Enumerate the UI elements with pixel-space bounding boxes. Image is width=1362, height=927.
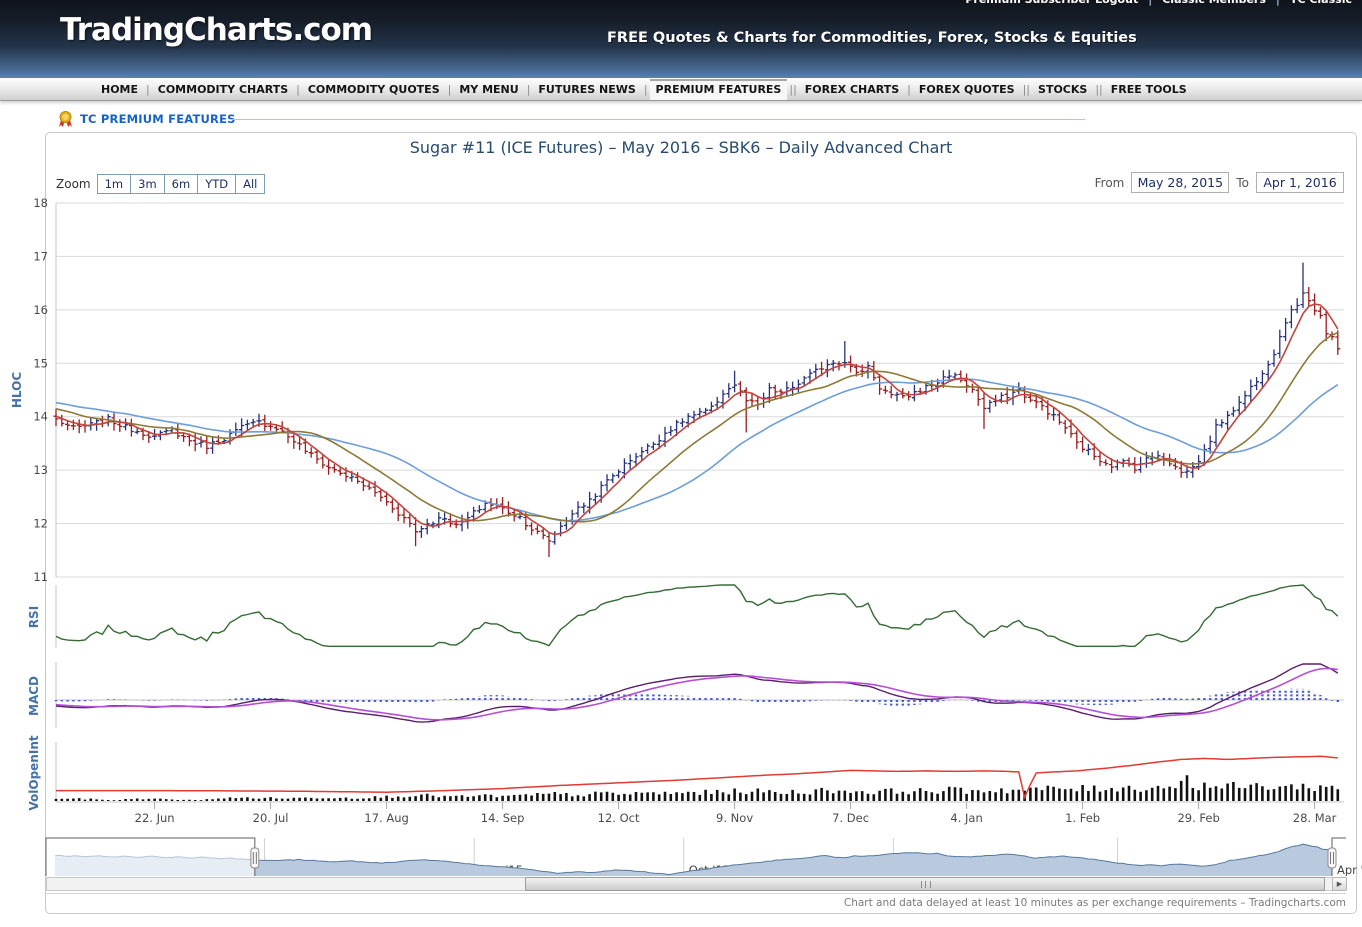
- svg-text:1. Feb: 1. Feb: [1065, 811, 1100, 825]
- premium-divider: [230, 119, 1085, 120]
- navigator-right-handle[interactable]: [1328, 848, 1336, 868]
- svg-text:14. Sep: 14. Sep: [481, 811, 525, 825]
- svg-text:MACD: MACD: [27, 676, 41, 716]
- site-header: Premium Subscriber Logout | Classic Member…: [0, 0, 1362, 78]
- svg-text:22. Jun: 22. Jun: [135, 811, 175, 825]
- premium-banner-label[interactable]: TC PREMIUM FEATURES: [80, 112, 236, 126]
- nav-item-forex-charts[interactable]: FOREX CHARTS: [799, 79, 905, 100]
- nav-separator: |: [446, 83, 454, 96]
- svg-text:15: 15: [33, 356, 48, 370]
- nav-separator: |: [525, 83, 533, 96]
- nav-separator: |: [294, 83, 302, 96]
- main-navbar: HOME|COMMODITY CHARTS|COMMODITY QUOTES|M…: [0, 78, 1362, 101]
- svg-text:9. Nov: 9. Nov: [716, 811, 753, 825]
- scrollbar-grip: [921, 881, 931, 888]
- svg-text:14: 14: [33, 410, 48, 424]
- svg-text:7. Dec: 7. Dec: [832, 811, 869, 825]
- top-link-separator: |: [1276, 0, 1280, 6]
- x-axis-labels: 22. Jun 20. Jul 17. Aug 14. Sep 12. Oct 9. No…: [135, 802, 1337, 825]
- y-axis-labels: 18 17 16 15 14 13 12 11: [33, 196, 48, 584]
- ma-line-fast: [56, 304, 1338, 534]
- svg-text:Apr '16: Apr '16: [1337, 863, 1362, 876]
- nav-item-commodity-quotes[interactable]: COMMODITY QUOTES: [302, 79, 446, 100]
- panel-labels: HLOC RSI MACD VolOpenInt: [10, 372, 41, 811]
- rsi-line: [56, 585, 1338, 646]
- svg-text:20. Jul: 20. Jul: [253, 811, 289, 825]
- ma-line-slow: [56, 379, 1338, 521]
- nav-separator: ||: [1093, 83, 1104, 96]
- svg-text:17: 17: [33, 249, 48, 263]
- svg-text:29. Feb: 29. Feb: [1177, 811, 1219, 825]
- scrollbar-right-arrow[interactable]: ▶: [1332, 877, 1347, 891]
- macd-panel: [56, 664, 1338, 722]
- chart-disclaimer: Chart and data delayed at least 10 minut…: [46, 893, 1346, 911]
- svg-text:VolOpenInt: VolOpenInt: [27, 735, 41, 810]
- chart-title: Sugar #11 (ICE Futures) – May 2016 – SBK…: [0, 138, 1362, 157]
- nav-item-free-tools[interactable]: FREE TOOLS: [1105, 79, 1193, 100]
- svg-text:11: 11: [33, 570, 48, 584]
- svg-text:12. Oct: 12. Oct: [598, 811, 640, 825]
- svg-text:16: 16: [33, 303, 48, 317]
- site-tagline: FREE Quotes & Charts for Commodities, Fo…: [607, 30, 1137, 46]
- price-chart: 18 17 16 15 14 13 12 11 HLOC RSI MACD VolOpenInt 22.…: [0, 160, 1362, 876]
- top-link[interactable]: Classic Members: [1162, 0, 1266, 6]
- nav-item-commodity-charts[interactable]: COMMODITY CHARTS: [152, 79, 294, 100]
- ma-line-medium: [56, 333, 1338, 522]
- top-link[interactable]: TC Classic: [1290, 0, 1352, 6]
- moving-averages: [56, 304, 1338, 534]
- svg-text:RSI: RSI: [27, 606, 41, 628]
- down-bars: [54, 287, 1341, 557]
- top-link-separator: |: [1148, 0, 1152, 6]
- svg-text:17. Aug: 17. Aug: [364, 811, 408, 825]
- horizontal-scrollbar: ◀ ▶: [46, 877, 1347, 891]
- nav-item-forex-quotes[interactable]: FOREX QUOTES: [913, 79, 1021, 100]
- medal-icon: [58, 111, 73, 128]
- svg-text:4. Jan: 4. Jan: [950, 811, 982, 825]
- nav-item-stocks[interactable]: STOCKS: [1032, 79, 1093, 100]
- top-links: Premium Subscriber Logout | Classic Member…: [965, 0, 1352, 6]
- svg-text:HLOC: HLOC: [10, 372, 24, 408]
- volume-open-interest-panel: [56, 756, 1338, 801]
- nav-separator: ||: [1021, 83, 1032, 96]
- svg-text:13: 13: [33, 463, 48, 477]
- navigator-left-handle[interactable]: [251, 848, 259, 868]
- svg-text:28. Mar: 28. Mar: [1293, 811, 1337, 825]
- nav-separator: |: [144, 83, 152, 96]
- scrollbar-thumb[interactable]: [525, 877, 1325, 891]
- macd-histogram: [56, 689, 1338, 706]
- hloc-bars: [54, 263, 1341, 557]
- nav-separator: |: [642, 83, 650, 96]
- nav-separator: |: [905, 83, 913, 96]
- up-bars: [88, 263, 1305, 545]
- premium-banner: TC PREMIUM FEATURES: [58, 110, 236, 128]
- macd-line: [56, 664, 1338, 722]
- svg-text:18: 18: [33, 196, 48, 210]
- navigator: Jun '15Aug '15Oct '15Dec '15Feb '16Apr '…: [46, 838, 1362, 876]
- nav-separator: ||: [787, 83, 798, 96]
- nav-item-home[interactable]: HOME: [95, 79, 144, 100]
- top-link[interactable]: Premium Subscriber Logout: [965, 0, 1138, 6]
- nav-item-my-menu[interactable]: MY MENU: [453, 79, 524, 100]
- grid: [56, 203, 1344, 802]
- nav-item-futures-news[interactable]: FUTURES NEWS: [532, 79, 641, 100]
- site-logo[interactable]: TradingCharts.com: [60, 12, 372, 48]
- nav-item-premium-features[interactable]: PREMIUM FEATURES: [650, 79, 788, 100]
- svg-text:12: 12: [33, 517, 48, 531]
